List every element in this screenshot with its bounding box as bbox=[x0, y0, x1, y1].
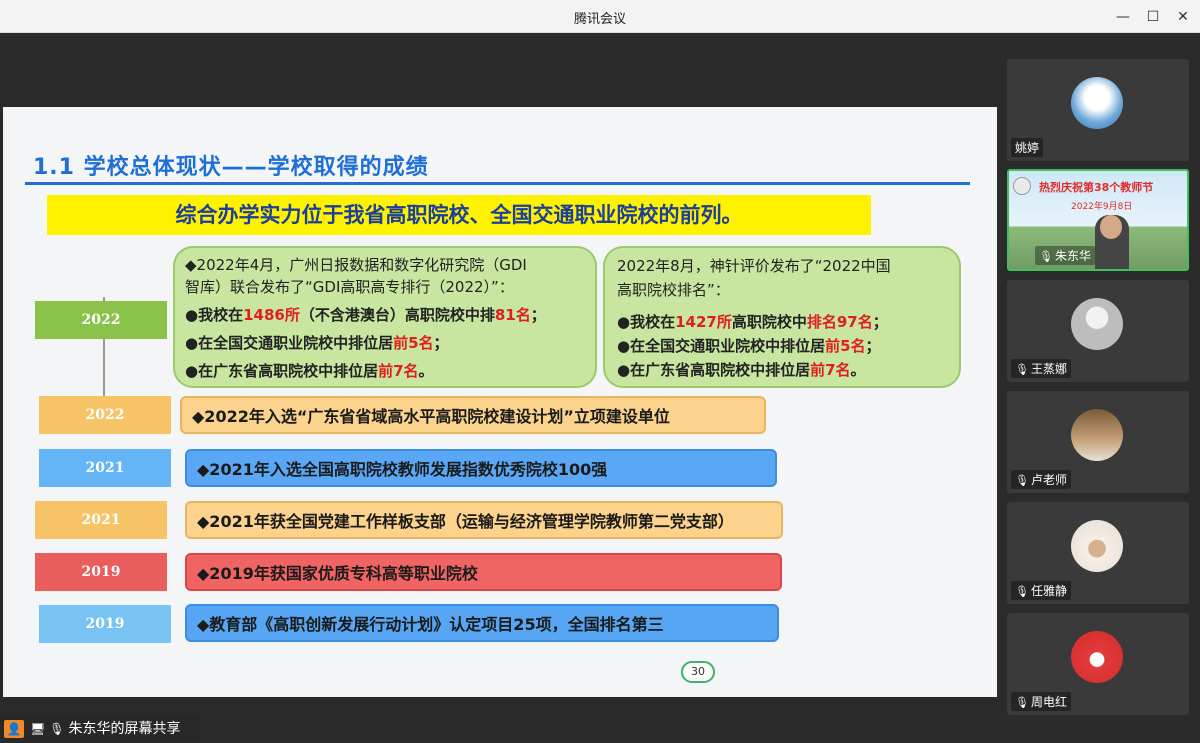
slide-heading: 1.1 学校总体现状——学校取得的成绩 bbox=[33, 155, 429, 180]
year-tag: 2019 bbox=[35, 553, 167, 591]
bubble-point: ●在全国交通职业院校中排位居前5名； bbox=[617, 337, 881, 355]
mic-muted-icon: 🎙 bbox=[1015, 696, 1029, 709]
avatar bbox=[1071, 409, 1123, 461]
video-banner-text: 热烈庆祝第38个教师节 bbox=[1039, 181, 1154, 194]
bubble-text: 智库）联合发布了“GDI高职高专排行（2022）”： bbox=[185, 278, 514, 296]
window-title: 腾讯会议 bbox=[573, 12, 626, 27]
mic-muted-icon: 🎙 bbox=[1015, 474, 1029, 487]
screen-share-indicator[interactable]: 👤 🖥 🎙 朱东华的屏幕共享 bbox=[0, 714, 200, 740]
minimize-button[interactable]: — bbox=[1110, 6, 1136, 28]
heading-divider bbox=[25, 182, 970, 185]
year-tag: 2021 bbox=[39, 449, 171, 487]
achievement-row: ◆教育部《高职创新发展行动计划》认定项目25项，全国排名第三 bbox=[185, 604, 779, 642]
participant-name: 🎙 任雅静 bbox=[1011, 581, 1071, 600]
year-tag: 2022 bbox=[39, 396, 171, 434]
page-number: 30 bbox=[681, 661, 715, 683]
year-tag: 2021 bbox=[35, 501, 167, 539]
bubble-point: ●在全国交通职业院校中排位居前5名； bbox=[185, 334, 449, 352]
video-date-text: 2022年9月8日 bbox=[1071, 202, 1133, 212]
mic-icon: 🎙 bbox=[1039, 250, 1053, 263]
achievement-row: ◆2021年获全国党建工作样板支部（运输与经济管理学院教师第二党支部） bbox=[185, 501, 783, 539]
ranking-bubble-gdi: ◆2022年4月，广州日报数据和数字化研究院（GDI 智库）联合发布了“GDI高… bbox=[173, 246, 597, 388]
shared-screen-area: 1.1 学校总体现状——学校取得的成绩 综合办学实力位于我省高职院校、全国交通职… bbox=[0, 33, 997, 743]
slide-banner: 综合办学实力位于我省高职院校、全国交通职业院校的前列。 bbox=[47, 195, 871, 235]
bubble-text: ◆2022年4月，广州日报数据和数字化研究院（GDI bbox=[185, 256, 527, 274]
participant-sidebar: 姚婷 热烈庆祝第38个教师节 2022年9月8日 🎙 朱东华 🎙 王蒸娜 🎙 卢老师 … bbox=[997, 33, 1200, 743]
achievement-row: ◆2022年入选“广东省省域高水平高职院校建设计划”立项建设单位 bbox=[180, 396, 766, 434]
mic-muted-icon: 🎙 bbox=[1015, 363, 1029, 376]
default-avatar-icon bbox=[1071, 298, 1123, 350]
achievement-row: ◆2021年入选全国高职院校教师发展指数优秀院校100强 bbox=[185, 449, 777, 487]
year-tag: 2022 bbox=[35, 301, 167, 339]
bubble-text: 2022年8月，神针评价发布了“2022中国 bbox=[617, 257, 891, 275]
screen-share-label: 👤 🖥 🎙 朱东华的屏幕共享 bbox=[4, 718, 180, 738]
avatar bbox=[1071, 520, 1123, 572]
achievement-row: ◆2019年获国家优质专科高等职业院校 bbox=[185, 553, 782, 591]
mic-icon: 🎙 bbox=[49, 722, 65, 736]
participant-tile-speaking[interactable]: 热烈庆祝第38个教师节 2022年9月8日 🎙 朱东华 bbox=[1007, 169, 1189, 271]
participant-tile[interactable]: 🎙 王蒸娜 bbox=[1007, 280, 1189, 382]
title-bar: 腾讯会议 — ☐ ✕ bbox=[0, 0, 1200, 33]
presentation-slide: 1.1 学校总体现状——学校取得的成绩 综合办学实力位于我省高职院校、全国交通职… bbox=[3, 107, 997, 697]
person-face bbox=[1100, 215, 1122, 239]
participant-name: 🎙 朱东华 bbox=[1035, 246, 1095, 265]
mic-muted-icon: 🎙 bbox=[1015, 585, 1029, 598]
participant-tile[interactable]: 🎙 周电红 bbox=[1007, 613, 1189, 715]
bubble-text: 高职院校排名”： bbox=[617, 281, 730, 299]
participant-tile[interactable]: 姚婷 bbox=[1007, 59, 1189, 161]
close-button[interactable]: ✕ bbox=[1170, 6, 1196, 28]
participant-tile[interactable]: 🎙 任雅静 bbox=[1007, 502, 1189, 604]
bubble-point: ●在广东省高职院校中排位居前7名。 bbox=[185, 362, 434, 380]
participant-name: 🎙 王蒸娜 bbox=[1011, 359, 1071, 378]
participant-name: 姚婷 bbox=[1011, 138, 1044, 157]
year-tag: 2019 bbox=[39, 605, 171, 643]
participant-name: 🎙 周电红 bbox=[1011, 692, 1071, 711]
school-logo-icon bbox=[1013, 177, 1031, 195]
bubble-point: ●我校在1486所（不含港澳台）高职院校中排81名； bbox=[185, 306, 546, 324]
avatar bbox=[1071, 631, 1123, 683]
participant-tile[interactable]: 🎙 卢老师 bbox=[1007, 391, 1189, 493]
user-icon: 👤 bbox=[4, 720, 24, 738]
screen-share-icon: 🖥 bbox=[30, 722, 46, 736]
bubble-point: ●我校在1427所高职院校中排名97名； bbox=[617, 313, 888, 331]
bubble-point: ●在广东省高职院校中排位居前7名。 bbox=[617, 361, 866, 379]
ranking-bubble-shenzhen: 2022年8月，神针评价发布了“2022中国 高职院校排名”： ●我校在1427… bbox=[603, 246, 961, 388]
avatar bbox=[1071, 77, 1123, 129]
participant-name: 🎙 卢老师 bbox=[1011, 470, 1071, 489]
maximize-button[interactable]: ☐ bbox=[1140, 6, 1166, 28]
